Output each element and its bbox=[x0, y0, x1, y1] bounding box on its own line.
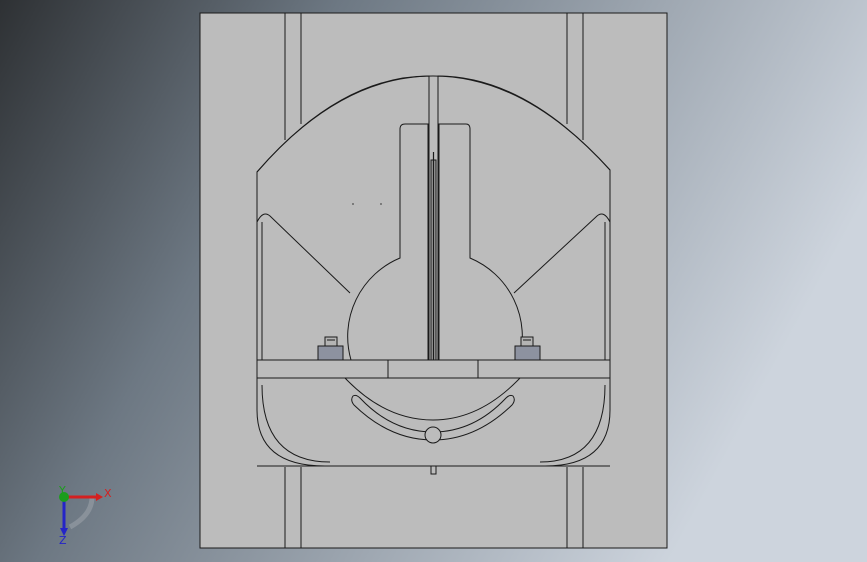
adjustment-pin[interactable] bbox=[424, 426, 442, 444]
x-axis-label: X bbox=[104, 487, 112, 500]
base-stub bbox=[430, 465, 437, 475]
lower-housing[interactable] bbox=[256, 377, 611, 467]
clamp-bar[interactable] bbox=[256, 359, 611, 379]
model-view-svg[interactable]: X Y Z bbox=[0, 0, 867, 562]
graphics-viewport[interactable]: X Y Z bbox=[0, 0, 867, 562]
part-model[interactable] bbox=[199, 12, 668, 549]
y-axis-label: Y bbox=[58, 484, 66, 497]
z-axis-label: Z bbox=[59, 534, 67, 547]
